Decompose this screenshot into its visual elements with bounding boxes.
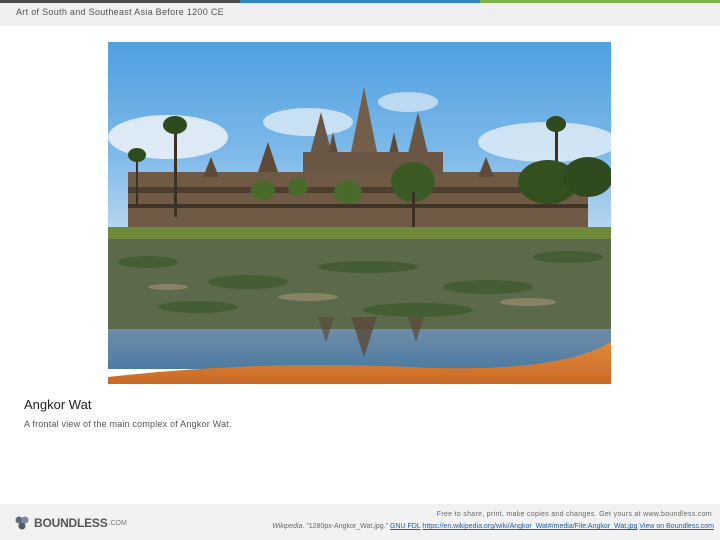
view-on-boundless-link[interactable]: View on Boundless.com	[639, 523, 714, 530]
logo-text: BOUNDLESS	[34, 516, 108, 530]
footer: BOUNDLESS .COM Free to share, print, mak…	[0, 504, 720, 540]
attribution-source: Wikipedia	[272, 523, 303, 530]
logo-suffix: .COM	[108, 519, 127, 527]
slide-header: Art of South and Southeast Asia Before 1…	[0, 3, 720, 26]
slide-title: Art of South and Southeast Asia Before 1…	[16, 7, 224, 17]
source-url-link[interactable]: https://en.wikipedia.org/wiki/Angkor_Wat…	[422, 523, 637, 530]
attribution-file: . "1280px-Angkor_Wat.jpg."	[302, 523, 389, 530]
boundless-logo-icon	[15, 516, 29, 530]
caption-title: Angkor Wat	[24, 397, 92, 412]
license-link[interactable]: GNU FDL	[390, 523, 420, 530]
share-notice: Free to share, print, make copies and ch…	[436, 511, 712, 518]
angkor-wat-photo	[108, 42, 611, 384]
attribution: Wikipedia. "1280px-Angkor_Wat.jpg." GNU …	[272, 523, 714, 530]
boundless-logo[interactable]: BOUNDLESS .COM	[14, 516, 127, 530]
caption-description: A frontal view of the main complex of An…	[24, 419, 232, 429]
